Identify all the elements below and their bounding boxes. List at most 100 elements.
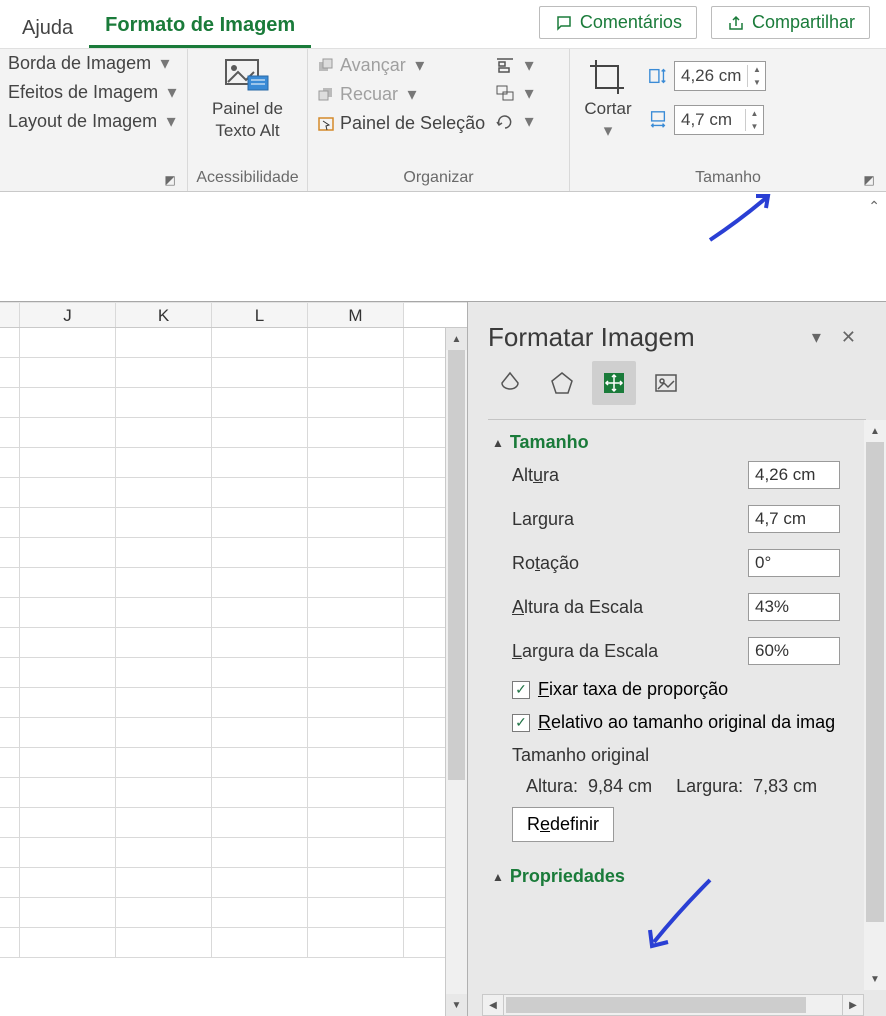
section-properties-toggle[interactable]: ▲Propriedades (492, 866, 840, 887)
rotation-label: Rotação (512, 553, 748, 574)
spinner-down[interactable]: ▼ (751, 122, 759, 131)
group-label-accessibility: Acessibilidade (196, 167, 299, 189)
send-backward-label: Recuar (340, 84, 398, 105)
scroll-right-button[interactable]: ▶ (842, 994, 864, 1016)
pane-options-button[interactable]: ▾ (802, 323, 831, 352)
relative-original-checkbox[interactable]: ✓ (512, 714, 530, 732)
tab-help[interactable]: Ajuda (6, 11, 89, 48)
worksheet-grid[interactable]: J K L M (0, 302, 468, 1016)
cells-area[interactable] (0, 328, 467, 960)
share-button[interactable]: Compartilhar (711, 6, 870, 39)
spinner-up[interactable]: ▲ (751, 109, 759, 118)
chevron-down-icon: ▾ (519, 83, 539, 103)
chevron-down-icon: ▾ (155, 54, 175, 74)
col-header[interactable]: L (212, 303, 308, 327)
tab-fill-line[interactable] (488, 361, 532, 405)
selection-pane-button[interactable]: Painel de Seleção (316, 113, 485, 134)
section-size-toggle[interactable]: ▲ Tamanho (492, 432, 840, 453)
reset-size-button[interactable]: Redefinir (512, 807, 614, 842)
scroll-track[interactable] (504, 994, 842, 1016)
crop-label: Cortar (584, 99, 631, 119)
tab-effects[interactable] (540, 361, 584, 405)
scroll-thumb[interactable] (866, 442, 884, 922)
collapse-triangle-icon: ▲ (492, 436, 504, 450)
pane-body: ▲ Tamanho Altura 4,26 cm Largura 4,7 cm R… (468, 420, 886, 1016)
expand-formula-bar-button[interactable]: ⌃ (868, 198, 880, 215)
width-icon (648, 110, 668, 130)
column-headers: J K L M (0, 302, 467, 328)
chevron-down-icon: ▾ (519, 55, 539, 75)
group-size: Cortar ▾ 4,26 cm ▲▼ 4,7 cm ▲▼ (570, 49, 886, 191)
group-icon (495, 83, 515, 103)
scroll-down-button[interactable]: ▼ (446, 994, 467, 1016)
send-backward-button[interactable]: Recuar ▾ (316, 84, 485, 105)
group-arrange: Avançar ▾ Recuar ▾ Painel de Seleção ▾ (308, 49, 570, 191)
pane-horizontal-scrollbar[interactable]: ◀ ▶ (482, 994, 864, 1016)
lock-aspect-checkbox[interactable]: ✓ (512, 681, 530, 699)
chevron-down-icon: ▾ (161, 112, 181, 132)
chevron-down-icon: ▾ (519, 111, 539, 131)
col-header-gutter (0, 303, 20, 327)
scroll-up-button[interactable]: ▲ (446, 328, 467, 350)
spinner-down[interactable]: ▼ (753, 78, 761, 87)
tab-size-properties[interactable] (592, 361, 636, 405)
title-actions: Comentários Compartilhar (539, 6, 870, 39)
group-objects-button[interactable]: ▾ (495, 83, 539, 103)
height-label: Altura (512, 465, 748, 486)
share-icon (726, 13, 746, 33)
scroll-up-button[interactable]: ▲ (864, 420, 886, 442)
chevron-down-icon: ▾ (410, 56, 430, 76)
tab-picture-format[interactable]: Formato de Imagem (89, 8, 311, 48)
alt-text-label-1: Painel de (212, 99, 283, 119)
scroll-down-button[interactable]: ▼ (864, 968, 886, 990)
picture-border-button[interactable]: Borda de Imagem▾ (8, 53, 182, 74)
lock-aspect-label: Fixar taxa de proporção (538, 679, 728, 700)
section-size-title: Tamanho (510, 432, 589, 453)
selection-pane-label: Painel de Seleção (340, 113, 485, 134)
group-label: ◩ (8, 185, 179, 189)
pane-width-input[interactable]: 4,7 cm (748, 505, 840, 533)
scroll-track[interactable] (446, 350, 467, 994)
format-picture-pane: Formatar Imagem ▾ ✕ ▲Tamanho (468, 302, 886, 1016)
pane-height-input[interactable]: 4,26 cm (748, 461, 840, 489)
group-label-arrange: Organizar (316, 167, 561, 189)
col-header[interactable]: K (116, 303, 212, 327)
col-header[interactable]: J (20, 303, 116, 327)
original-size-values: Altura: 9,84 cm Largura: 7,83 cm (492, 772, 840, 807)
bring-forward-button[interactable]: Avançar ▾ (316, 55, 485, 76)
align-button[interactable]: ▾ (495, 55, 539, 75)
formula-bar[interactable]: ⌃ (0, 192, 886, 302)
comments-button[interactable]: Comentários (539, 6, 697, 39)
scroll-thumb[interactable] (448, 350, 465, 780)
picture-effects-button[interactable]: Efeitos de Imagem▾ (8, 82, 182, 103)
col-header[interactable]: M (308, 303, 404, 327)
tab-picture[interactable] (644, 361, 688, 405)
bring-forward-icon (316, 56, 336, 76)
width-input[interactable]: 4,7 cm ▲▼ (674, 105, 764, 135)
rotate-button[interactable]: ▾ (495, 111, 539, 131)
grid-vertical-scrollbar[interactable]: ▲ ▼ (445, 328, 467, 1016)
scroll-left-button[interactable]: ◀ (482, 994, 504, 1016)
align-icon (495, 55, 515, 75)
height-input[interactable]: 4,26 cm ▲▼ (674, 61, 766, 91)
send-backward-icon (316, 85, 336, 105)
section-properties-title: Propriedades (510, 866, 625, 887)
alt-text-icon (223, 57, 271, 97)
dialog-launcher-size-icon[interactable]: ◩ (862, 173, 876, 187)
alt-text-pane-button[interactable]: Painel de Texto Alt (206, 53, 289, 145)
width-label: Largura (512, 509, 748, 530)
pane-scale-height-input[interactable]: 43% (748, 593, 840, 621)
pane-category-tabs (468, 361, 886, 419)
pane-close-button[interactable]: ✕ (831, 323, 866, 352)
chevron-down-icon: ▾ (402, 85, 422, 105)
pane-vertical-scrollbar[interactable]: ▲ ▼ (864, 420, 886, 990)
picture-layout-button[interactable]: Layout de Imagem▾ (8, 111, 182, 132)
pane-scale-width-input[interactable]: 60% (748, 637, 840, 665)
scroll-thumb[interactable] (506, 997, 806, 1013)
dialog-launcher-icon[interactable]: ◩ (163, 173, 177, 187)
pane-rotation-input[interactable]: 0° (748, 549, 840, 577)
spinner-up[interactable]: ▲ (753, 65, 761, 74)
crop-button[interactable]: Cortar ▾ (578, 53, 638, 145)
scroll-track[interactable] (864, 442, 886, 968)
chevron-down-icon: ▾ (162, 83, 182, 103)
